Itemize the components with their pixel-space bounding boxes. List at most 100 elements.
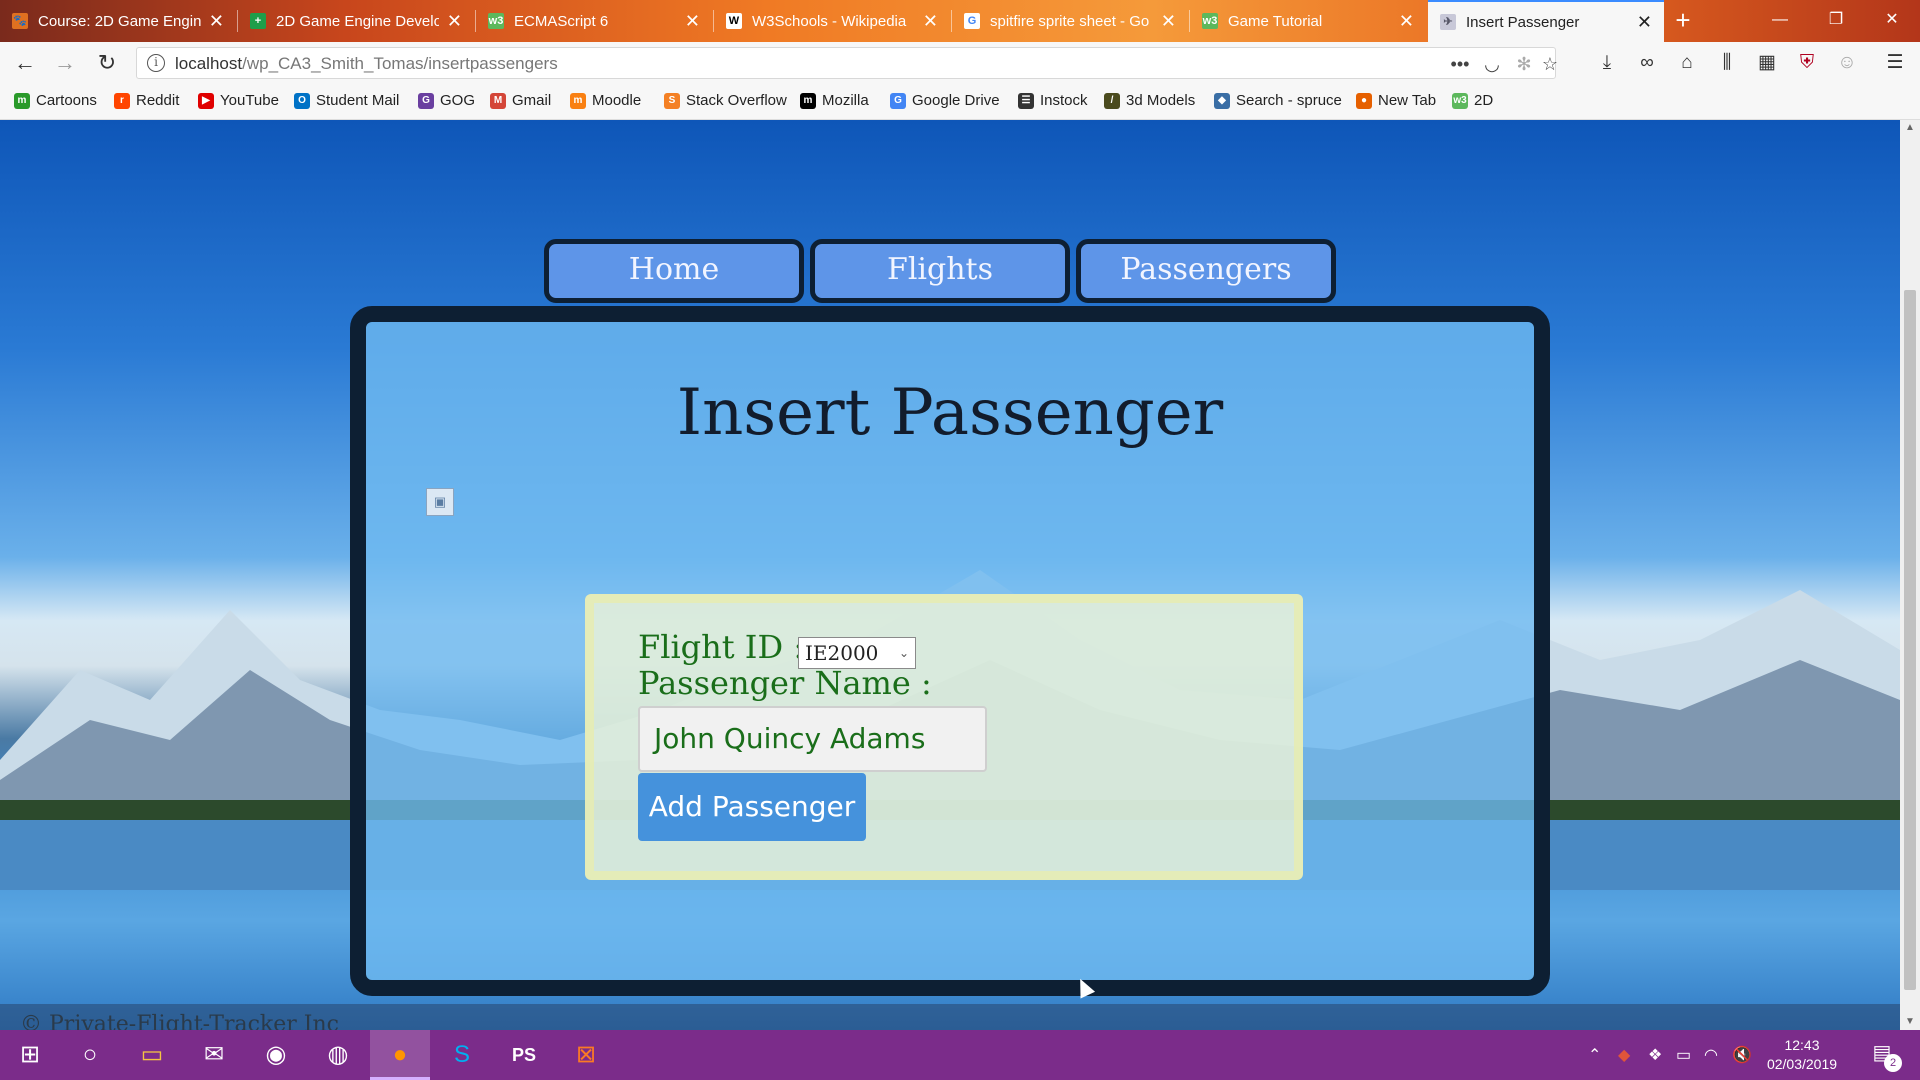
tab-title: W3Schools - Wikipedia — [752, 12, 907, 30]
url-text[interactable]: localhost/wp_CA3_Smith_Tomas/insertpasse… — [175, 54, 558, 74]
chevron-up-icon[interactable]: ⌃ — [1588, 1045, 1601, 1065]
file-explorer-icon[interactable]: ▭ — [122, 1030, 182, 1080]
xampp-icon[interactable]: ⊠ — [556, 1030, 616, 1080]
close-icon[interactable]: ✕ — [209, 11, 224, 32]
minimize-button[interactable]: — — [1752, 0, 1808, 42]
bookmark-youtube[interactable]: ▶ YouTube — [198, 92, 279, 109]
info-icon[interactable]: i — [147, 54, 165, 72]
close-icon[interactable]: ✕ — [1637, 12, 1652, 33]
bookmark-search-spruce[interactable]: ◆ Search - spruce — [1214, 92, 1342, 109]
vertical-scrollbar[interactable]: ▲ ▼ — [1900, 120, 1920, 1030]
bookmark-star-icon[interactable]: ☆ — [1537, 51, 1563, 77]
new-tab-button[interactable]: + — [1666, 0, 1700, 42]
scroll-thumb[interactable] — [1904, 290, 1916, 990]
page-actions-icon[interactable]: ••• — [1447, 51, 1473, 77]
bookmark-gmail[interactable]: M Gmail — [490, 92, 551, 109]
bookmark-student-mail[interactable]: O Student Mail — [294, 92, 399, 109]
bookmark-google-drive[interactable]: G Google Drive — [890, 92, 1000, 109]
reload-icon[interactable]: ↻ — [92, 48, 122, 78]
steam-icon[interactable]: ◉ — [246, 1030, 306, 1080]
ublock-shield-icon[interactable]: ⛨ — [1792, 48, 1822, 78]
speaker-muted-icon[interactable]: 🔇 — [1732, 1045, 1752, 1065]
paw-icon: 🐾 — [12, 13, 28, 29]
bookmark-label: Gmail — [512, 92, 552, 109]
close-icon[interactable]: ✕ — [1399, 11, 1414, 32]
bug-icon[interactable]: ✻ — [1511, 51, 1537, 77]
bookmark-instock[interactable]: ☰ Instock — [1018, 92, 1088, 109]
skype-icon[interactable]: S — [432, 1030, 492, 1080]
tab-game-tutorial[interactable]: w3 Game Tutorial ✕ — [1190, 0, 1426, 42]
broken-image-icon: ▣ — [426, 488, 454, 516]
bookmark-icon: m — [14, 92, 30, 109]
tab-ecmascript-6[interactable]: w3 ECMAScript 6 ✕ — [476, 0, 712, 42]
tab-title: 2D Game Engine Develo — [276, 12, 439, 30]
bookmark-label: 2D — [1474, 92, 1494, 109]
scroll-up-icon[interactable]: ▲ — [1900, 120, 1920, 136]
bookmark-2d[interactable]: w3 2D — [1452, 92, 1493, 109]
page-title: Insert Passenger — [676, 376, 1224, 450]
nav-passengers-button[interactable]: Passengers — [1076, 239, 1336, 303]
page-background: Home Flights Passengers Insert Passenger… — [0, 120, 1900, 1030]
phpstorm-icon[interactable]: PS — [494, 1030, 554, 1080]
bookmark-3d-models[interactable]: / 3d Models — [1104, 92, 1195, 109]
download-icon[interactable]: ⤓ — [1592, 48, 1622, 78]
passenger-name-input[interactable]: John Quincy Adams — [638, 706, 987, 772]
mail-icon[interactable]: ✉ — [184, 1030, 244, 1080]
outlook-icon: O — [294, 92, 310, 109]
dropbox-icon[interactable]: ❖ — [1648, 1045, 1662, 1065]
bookmark-label: Reddit — [136, 92, 180, 109]
back-arrow-icon[interactable]: ← — [10, 48, 40, 78]
scroll-down-icon[interactable]: ▼ — [1900, 1014, 1920, 1030]
home-icon[interactable]: ⌂ — [1672, 48, 1702, 78]
tab-spitfire-sprite-sheet[interactable]: G spitfire sprite sheet - Go ✕ — [952, 0, 1188, 42]
bookmark-gog[interactable]: G GOG — [418, 92, 475, 109]
account-icon[interactable]: ☺ — [1832, 48, 1862, 78]
firefox-icon[interactable]: ● — [370, 1030, 430, 1080]
bookmark-label: Cartoons — [36, 92, 97, 109]
tab-w3schools-wikipedia[interactable]: W W3Schools - Wikipedia ✕ — [714, 0, 950, 42]
gog-icon: G — [418, 92, 434, 109]
menu-hamburger-icon[interactable]: ☰ — [1880, 48, 1910, 78]
tab-insert-passenger[interactable]: ✈ Insert Passenger ✕ — [1428, 0, 1664, 42]
google-icon: G — [964, 13, 980, 29]
windows-taskbar: ⊞ ○ ▭ ✉ ◉ ◍ ● S PS ⊠ ⌃ ◆ ❖ ▭ ◠ 🔇 12:43 0… — [0, 1030, 1920, 1080]
bookmark-new-tab[interactable]: ● New Tab — [1356, 92, 1436, 109]
close-icon[interactable]: ✕ — [685, 11, 700, 32]
bookmark-reddit[interactable]: r Reddit — [114, 92, 179, 109]
forward-arrow-icon[interactable]: → — [50, 48, 80, 78]
bookmark-stack-overflow[interactable]: S Stack Overflow — [664, 92, 787, 109]
battery-icon[interactable]: ▭ — [1676, 1045, 1691, 1065]
plane-icon: ✈ — [1440, 14, 1456, 30]
extensions-grid-icon[interactable]: ▦ — [1752, 48, 1782, 78]
bookmark-label: YouTube — [220, 92, 279, 109]
close-icon[interactable]: ✕ — [923, 11, 938, 32]
close-window-button[interactable]: ✕ — [1864, 0, 1920, 42]
close-icon[interactable]: ✕ — [1161, 11, 1176, 32]
tab-course-2d-game-engine[interactable]: 🐾 Course: 2D Game Engine ✕ — [0, 0, 236, 42]
bookmark-moodle[interactable]: m Moodle — [570, 92, 641, 109]
close-icon[interactable]: ✕ — [447, 11, 462, 32]
windows-start-icon[interactable]: ⊞ — [0, 1030, 60, 1080]
restore-button[interactable]: ❐ — [1808, 0, 1864, 42]
clock[interactable]: 12:43 02/03/2019 — [1752, 1036, 1852, 1074]
add-passenger-button[interactable]: Add Passenger — [638, 773, 866, 841]
wifi-icon[interactable]: ◠ — [1704, 1045, 1718, 1065]
nav-flights-button[interactable]: Flights — [810, 239, 1070, 303]
tab-bar: 🐾 Course: 2D Game Engine ✕ + 2D Game Eng… — [0, 0, 1920, 42]
bookmark-mozilla[interactable]: m Mozilla — [800, 92, 869, 109]
antivirus-icon[interactable]: ◆ — [1618, 1045, 1630, 1065]
bookmark-label: Student Mail — [316, 92, 400, 109]
private-mask-icon[interactable]: ∞ — [1632, 48, 1662, 78]
tab-2d-game-engine-develo[interactable]: + 2D Game Engine Develo ✕ — [238, 0, 474, 42]
cube-icon: ◆ — [1214, 92, 1230, 109]
discord-icon[interactable]: ◍ — [308, 1030, 368, 1080]
pocket-icon[interactable]: ◡ — [1479, 51, 1505, 77]
search-circle-icon[interactable]: ○ — [60, 1030, 120, 1080]
youtube-icon: ▶ — [198, 92, 214, 109]
action-center-icon[interactable]: ▤ 2 — [1866, 1040, 1902, 1072]
bookmark-cartoons[interactable]: m Cartoons — [14, 92, 97, 109]
library-icon[interactable]: ⫼ — [1712, 48, 1742, 78]
nav-home-button[interactable]: Home — [544, 239, 804, 303]
clock-date: 02/03/2019 — [1766, 1056, 1838, 1072]
address-bar[interactable]: i localhost/wp_CA3_Smith_Tomas/insertpas… — [136, 47, 1558, 79]
